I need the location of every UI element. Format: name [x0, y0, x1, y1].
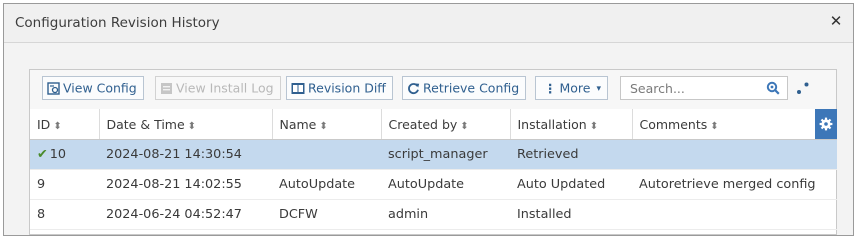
view-config-label: View Config [63, 80, 137, 96]
cell-created-by: admin [381, 199, 510, 230]
dialog-body: View Config View Install Log Revision Di… [4, 43, 853, 235]
close-icon[interactable]: ✕ [829, 14, 843, 29]
sort-icon: ⬍ [53, 120, 62, 132]
column-header-label: ID [37, 116, 51, 132]
cell-comments [632, 199, 837, 230]
column-settings-button[interactable] [815, 109, 837, 139]
table-row[interactable]: 9 2024-08-21 14:02:55 AutoUpdate AutoUpd… [30, 169, 837, 200]
cell-comments: Autoretrieve merged config [632, 169, 837, 200]
revision-diff-button[interactable]: Revision Diff [286, 76, 393, 100]
gear-icon [819, 117, 833, 131]
cell-name: DCFW [272, 199, 381, 230]
toolbar: View Config View Install Log Revision Di… [30, 70, 836, 109]
cell-id: 8 [30, 199, 99, 230]
sort-icon: ⬍ [710, 120, 719, 132]
retrieve-config-label: Retrieve Config [423, 80, 520, 96]
column-header-label: Created by [388, 116, 458, 132]
cell-datetime: 2024-06-24 04:52:47 [99, 199, 272, 230]
column-header-id[interactable]: ID ⬍ [30, 109, 100, 140]
cell-installation: Auto Updated [510, 169, 632, 200]
revision-history-dialog: Configuration Revision History ✕ View Co… [3, 3, 854, 236]
view-install-log-label: View Install Log [176, 80, 274, 96]
sort-icon: ⬍ [187, 120, 197, 132]
cell-name [272, 139, 381, 170]
search-icon[interactable] [766, 81, 780, 95]
column-header-name[interactable]: Name ⬍ [272, 109, 382, 140]
sort-icon: ⬍ [589, 120, 599, 132]
more-dropdown-button[interactable]: ⋮ More ▾ [535, 76, 609, 100]
cell-comments [632, 139, 837, 170]
column-header-label: Date & Time [106, 116, 185, 132]
sort-icon: ⬍ [319, 120, 328, 132]
cell-created-by: AutoUpdate [381, 169, 510, 200]
dialog-title: Configuration Revision History [15, 15, 220, 31]
search-input[interactable] [620, 76, 788, 100]
cell-name: AutoUpdate [272, 169, 381, 200]
cell-created-by: script_manager [381, 139, 510, 170]
retrieve-config-button[interactable]: Retrieve Config [402, 76, 527, 100]
dialog-titlebar: Configuration Revision History ✕ [4, 4, 853, 43]
view-config-button[interactable]: View Config [42, 76, 144, 100]
revision-table: ID ⬍ Date & Time ⬍ Name ⬍ Created by ⬍ Insta… [30, 109, 837, 230]
table-header-row: ID ⬍ Date & Time ⬍ Name ⬍ Created by ⬍ Insta… [30, 109, 837, 140]
cell-id: ✔ 10 [30, 139, 99, 170]
cell-datetime: 2024-08-21 14:02:55 [99, 169, 272, 200]
more-label: More [559, 80, 591, 96]
more-vertical-icon: ⋮ [544, 80, 557, 96]
chevron-down-icon: ▾ [596, 83, 602, 94]
cell-id-value: 10 [49, 147, 67, 162]
cell-datetime: 2024-08-21 14:30:54 [99, 139, 272, 170]
column-header-label: Installation [517, 116, 587, 132]
column-header-label: Name [279, 116, 317, 132]
refresh-icon [408, 83, 420, 95]
checkmark-icon: ✔ [37, 147, 48, 162]
cell-installation: Installed [510, 199, 632, 230]
view-config-icon [47, 82, 60, 95]
table-row[interactable]: 8 2024-06-24 04:52:47 DCFW admin Install… [30, 199, 837, 230]
column-header-installation[interactable]: Installation ⬍ [510, 109, 633, 140]
cell-id: 9 [30, 169, 99, 200]
column-header-datetime[interactable]: Date & Time ⬍ [99, 109, 273, 140]
expand-search-icon[interactable] [796, 81, 810, 95]
column-header-label: Comments [639, 116, 708, 132]
revision-panel: View Config View Install Log Revision Di… [29, 69, 837, 235]
revision-diff-label: Revision Diff [308, 80, 386, 96]
sort-icon: ⬍ [460, 120, 469, 132]
column-header-comments[interactable]: Comments ⬍ [632, 109, 837, 140]
diff-icon [291, 83, 305, 94]
cell-installation: Retrieved [510, 139, 632, 170]
log-icon [161, 83, 172, 94]
column-header-created-by[interactable]: Created by ⬍ [381, 109, 511, 140]
view-install-log-button[interactable]: View Install Log [155, 76, 281, 100]
table-row[interactable]: ✔ 10 2024-08-21 14:30:54 script_manager R… [30, 139, 837, 170]
